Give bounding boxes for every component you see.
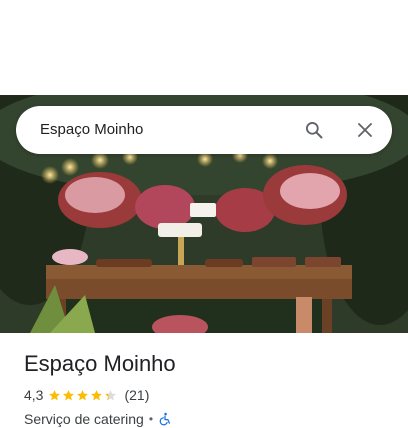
star-icon <box>77 389 89 400</box>
place-info: Espaço Moinho 4,3 (21) Serviço de cateri… <box>24 350 394 428</box>
separator-dot: • <box>148 412 154 426</box>
star-rating <box>48 389 118 402</box>
rating-row[interactable]: 4,3 (21) <box>24 386 394 404</box>
star-icon <box>91 389 103 400</box>
rating-value: 4,3 <box>24 387 44 403</box>
wheelchair-icon <box>159 412 171 426</box>
place-title: Espaço Moinho <box>24 351 176 376</box>
review-count[interactable]: (21) <box>124 387 149 403</box>
close-button[interactable] <box>353 118 377 142</box>
place-category: Serviço de catering <box>24 411 144 427</box>
search-button[interactable] <box>302 118 326 142</box>
search-bar[interactable]: Espaço Moinho <box>16 106 392 154</box>
star-icon <box>105 389 117 400</box>
close-icon <box>358 123 372 137</box>
star-icon <box>49 389 61 400</box>
category-row: Serviço de catering • <box>24 410 394 428</box>
top-blank-area <box>0 0 408 95</box>
search-icon <box>306 122 323 139</box>
star-icon <box>63 389 75 400</box>
search-input[interactable]: Espaço Moinho <box>40 121 143 138</box>
